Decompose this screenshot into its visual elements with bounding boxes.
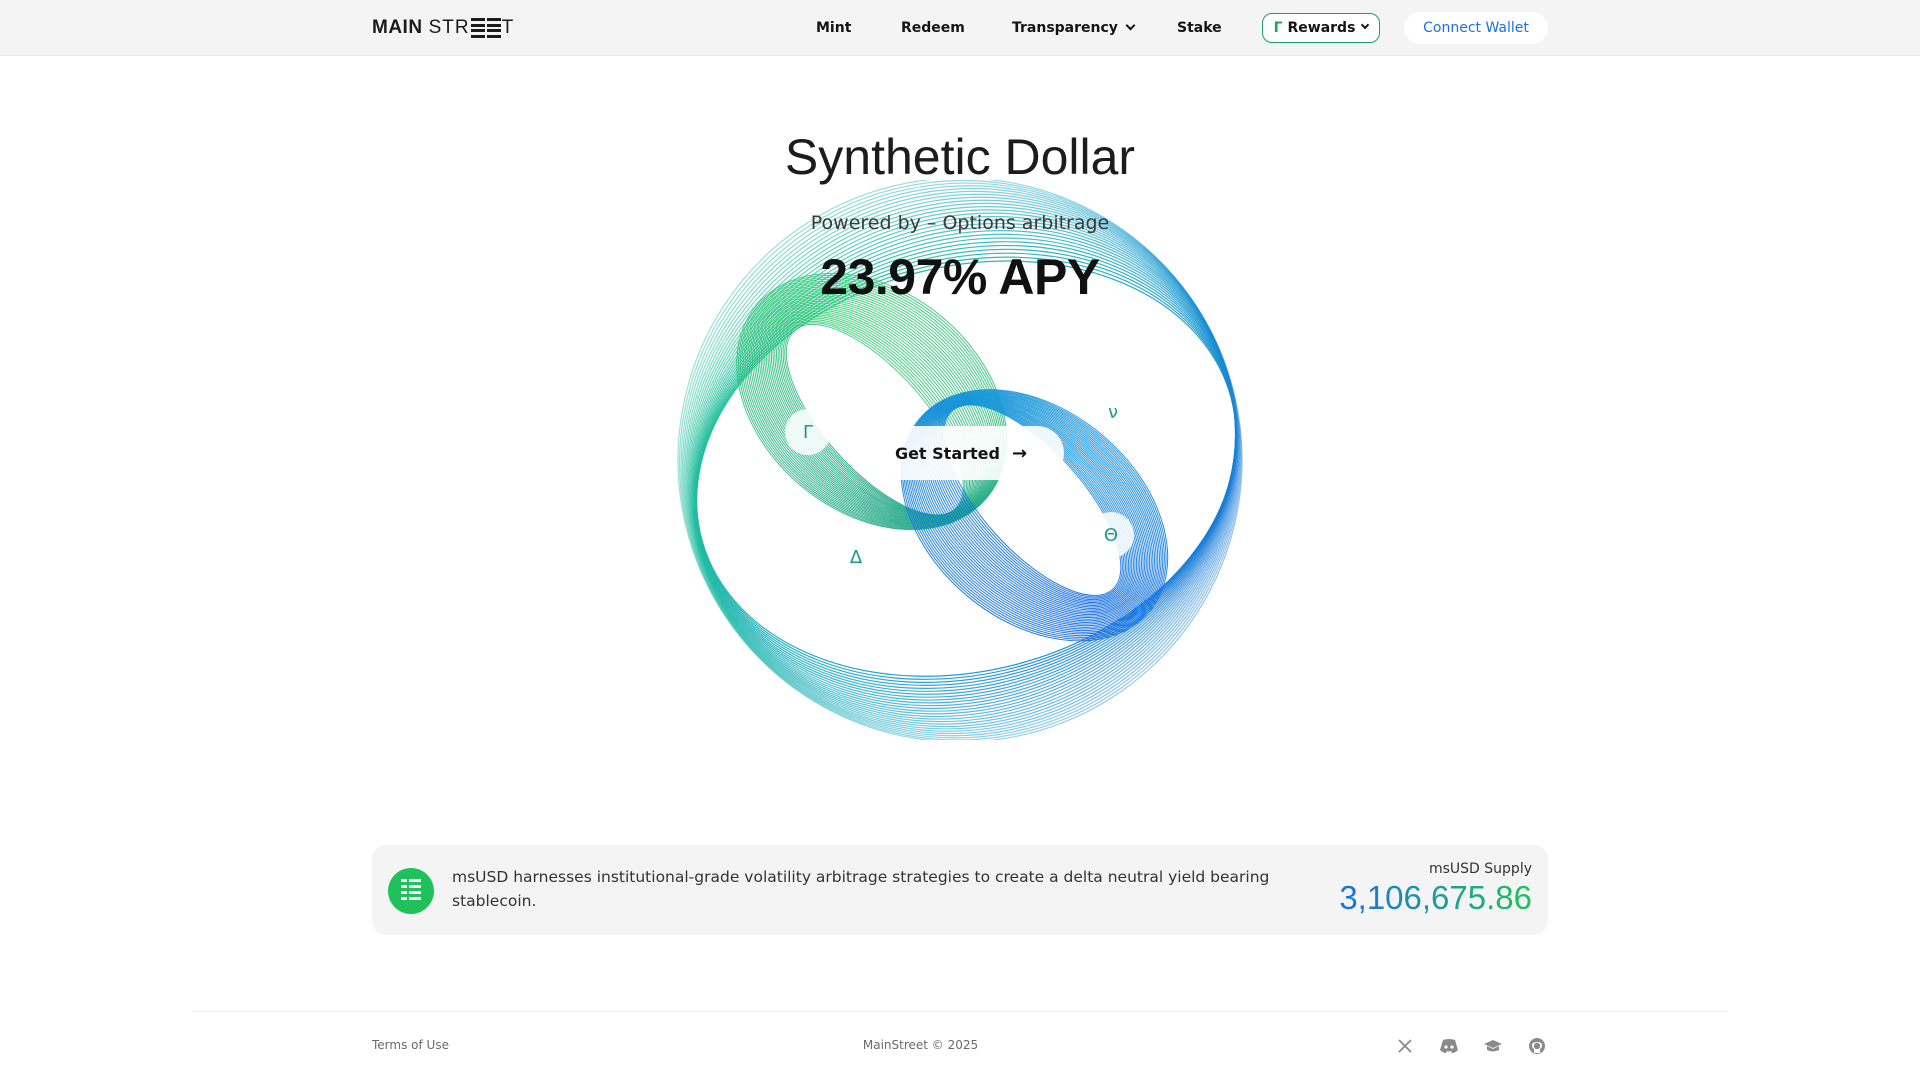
supply-label: msUSD Supply	[1428, 861, 1532, 877]
nav-redeem[interactable]: Redeem	[901, 13, 965, 43]
x-icon[interactable]	[1394, 1035, 1416, 1057]
logo-street-suffix: T	[501, 17, 515, 38]
arrow-right-icon: →	[1011, 442, 1028, 464]
discord-icon[interactable]	[1438, 1035, 1460, 1057]
get-started-label: Get Started	[894, 443, 1000, 463]
delta-icon: Δ	[833, 534, 879, 580]
logo-street-prefix: STR	[428, 17, 470, 38]
msusd-logo-icon	[388, 868, 434, 914]
get-started-button[interactable]: Get Started →	[858, 426, 1064, 480]
github-icon[interactable]	[1526, 1035, 1548, 1057]
logo-bars-glyph	[470, 18, 485, 38]
chevron-down-icon	[1361, 20, 1370, 30]
nav-transparency-label: Transparency	[1012, 20, 1118, 36]
logo-bars-glyph	[486, 18, 501, 38]
apy-value: 23.97% APY	[820, 249, 1100, 305]
connect-wallet-button[interactable]: Connect Wallet	[1404, 12, 1548, 44]
rewards-button[interactable]: Γ Rewards	[1262, 13, 1380, 43]
mainstreet-logo[interactable]: MAIN STR T	[372, 14, 514, 42]
top-nav-bar: MAIN STR T Mint Redeem Transparency Stak…	[0, 0, 1920, 56]
gamma-icon: Γ	[1273, 20, 1283, 36]
logo-text-main: MAIN	[372, 17, 423, 38]
nav-stake[interactable]: Stake	[1177, 13, 1222, 43]
vega-icon: ν	[1090, 389, 1136, 435]
hero-subtitle: Powered by – Options arbitrage	[810, 212, 1110, 234]
chevron-down-icon	[1125, 20, 1136, 31]
nav-transparency[interactable]: Transparency	[1012, 13, 1136, 43]
logo-text-street: STR T	[429, 17, 515, 39]
hero-title: Synthetic Dollar	[784, 129, 1136, 185]
msusd-description: msUSD harnesses institutional-grade vola…	[452, 868, 1270, 910]
nav-mint[interactable]: Mint	[816, 13, 851, 43]
msusd-info-card: msUSD harnesses institutional-grade vola…	[372, 845, 1548, 935]
docs-icon[interactable]	[1482, 1035, 1504, 1057]
gamma-icon: Γ	[785, 409, 831, 455]
footer-divider	[192, 1011, 1728, 1012]
copyright-text: MainStreet © 2025	[862, 1038, 979, 1052]
supply-value: 3,106,675.86	[1339, 879, 1532, 916]
theta-icon: Θ	[1088, 512, 1134, 558]
rewards-label: Rewards	[1287, 20, 1356, 36]
